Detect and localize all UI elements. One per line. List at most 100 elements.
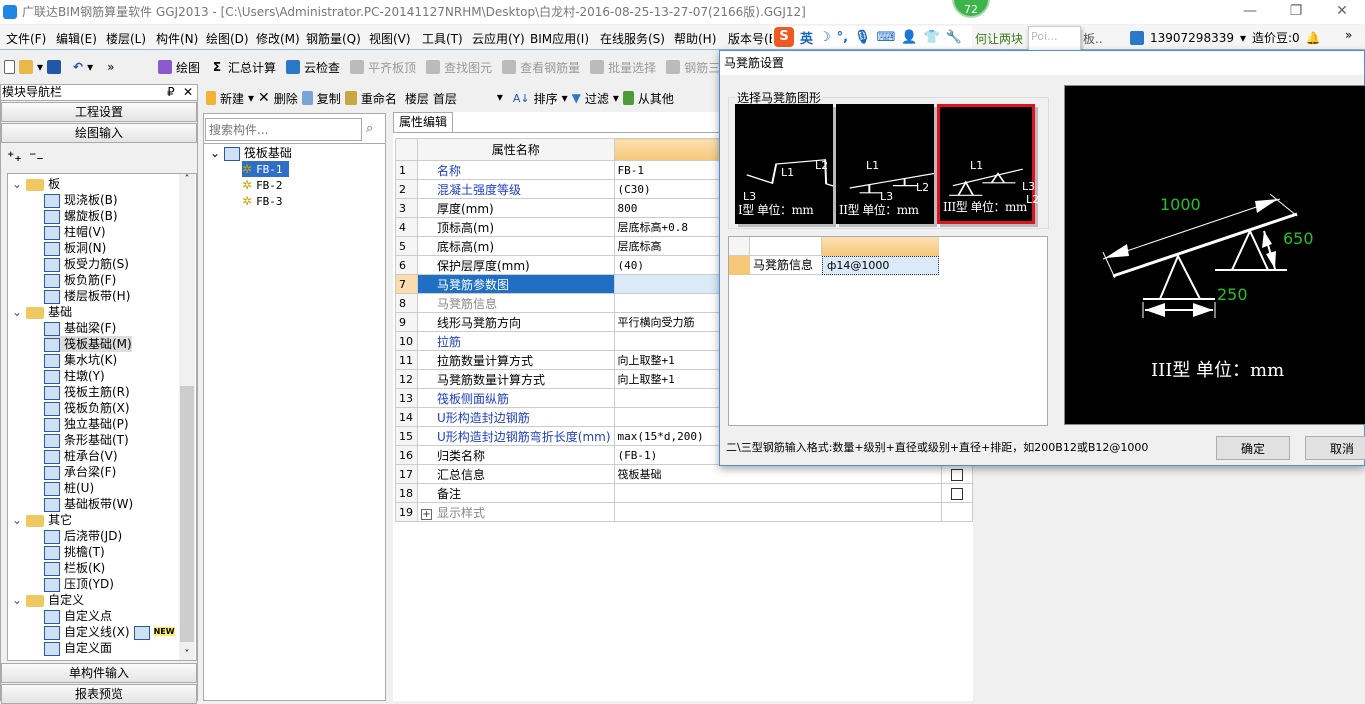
toolbar-button[interactable]: 钢筋三 bbox=[684, 59, 720, 76]
component-item[interactable]: ✲ FB-1 bbox=[242, 161, 289, 177]
tree-item[interactable]: 后浇带(JD) bbox=[44, 528, 122, 544]
chevron-down-icon[interactable]: ▾ bbox=[37, 60, 43, 74]
expand-all-icon[interactable]: ⁺₊ bbox=[7, 149, 22, 165]
tree-item[interactable]: 板负筋(F) bbox=[44, 272, 116, 288]
tab-property-edit[interactable]: 属性编辑 bbox=[393, 112, 453, 132]
shape-option-3[interactable]: L1 L2 L3 III型 单位：mm bbox=[937, 104, 1039, 224]
wrench-icon[interactable]: 🔧 bbox=[946, 30, 962, 45]
tree-item[interactable]: 独立基础(P) bbox=[44, 416, 129, 432]
toolbar-button[interactable]: 查找图元 bbox=[444, 59, 492, 76]
news-ticker[interactable]: 何让两块 bbox=[975, 30, 1023, 47]
component-item[interactable]: ✲ FB-2 bbox=[242, 177, 283, 193]
property-value[interactable] bbox=[613, 483, 943, 503]
grid-value-cell[interactable]: ф14@1000 bbox=[822, 256, 939, 275]
project-settings-button[interactable]: 工程设置 bbox=[1, 102, 197, 122]
menu-item[interactable]: 文件(F) bbox=[6, 30, 46, 47]
menu-item[interactable]: 楼层(L) bbox=[106, 30, 146, 47]
tree-group[interactable]: ⌄ 其它 bbox=[12, 512, 72, 528]
toolbar-button[interactable]: 查看钢筋量 bbox=[520, 59, 580, 76]
tree-item[interactable]: 集水坑(K) bbox=[44, 352, 117, 368]
user-phone[interactable]: 13907298339 bbox=[1150, 31, 1234, 45]
toolbar-button[interactable]: 绘图 bbox=[176, 59, 200, 76]
news-ticker-tail[interactable]: 板.. bbox=[1083, 30, 1103, 47]
filter-button[interactable]: 过滤 bbox=[585, 90, 609, 107]
tree-item[interactable]: 板受力筋(S) bbox=[44, 256, 129, 272]
tree-item[interactable]: 基础板带(W) bbox=[44, 496, 133, 512]
tree-group[interactable]: ⌄ 自定义 bbox=[12, 592, 84, 608]
tree-item[interactable]: 基础梁(F) bbox=[44, 320, 116, 336]
shape-option-2[interactable]: L1 L2 L3 II型 单位：mm bbox=[836, 104, 945, 224]
chevron-down-icon[interactable]: ⌄ bbox=[12, 177, 22, 191]
expand-icon[interactable]: + bbox=[420, 508, 432, 520]
chevron-down-icon[interactable]: ▾ bbox=[562, 91, 568, 105]
menu-item[interactable]: 钢筋量(Q) bbox=[306, 30, 361, 47]
tree-item[interactable]: 现浇板(B) bbox=[44, 192, 118, 208]
collapse-all-icon[interactable]: ⁻₋ bbox=[29, 149, 44, 165]
tree-item[interactable]: 栏板(K) bbox=[44, 560, 105, 576]
sort-button[interactable]: 排序 bbox=[534, 90, 558, 107]
tree-item[interactable]: 压顶(YD) bbox=[44, 576, 114, 592]
chevron-down-icon[interactable]: ▾ bbox=[613, 91, 619, 105]
close-button[interactable]: ✕ bbox=[1319, 0, 1365, 24]
ok-button[interactable]: 确定 bbox=[1216, 436, 1290, 460]
menu-item[interactable]: 编辑(E) bbox=[56, 30, 97, 47]
cancel-button[interactable]: 取消 bbox=[1305, 436, 1365, 460]
tree-item[interactable]: 柱帽(V) bbox=[44, 224, 106, 240]
new-button[interactable]: 新建 bbox=[220, 90, 244, 107]
tree-item[interactable]: 楼层板带(H) bbox=[44, 288, 130, 304]
sogou-logo-icon[interactable]: S bbox=[774, 27, 794, 47]
menu-item[interactable]: 修改(M) bbox=[256, 30, 300, 47]
menu-item[interactable]: 视图(V) bbox=[369, 30, 411, 47]
chevron-down-icon[interactable]: ▾ bbox=[87, 60, 93, 74]
menu-item[interactable]: BIM应用(I) bbox=[530, 30, 589, 47]
tree-item[interactable]: 筏板基础(M) bbox=[44, 336, 132, 352]
checkbox[interactable] bbox=[951, 487, 964, 500]
property-row[interactable]: 18 备注 bbox=[395, 483, 973, 503]
new-file-icon[interactable] bbox=[4, 60, 15, 74]
tree-item[interactable]: 条形基础(T) bbox=[44, 432, 129, 448]
floor-select[interactable]: 首层 ▾ bbox=[433, 90, 503, 107]
menu-item[interactable]: 在线服务(S) bbox=[600, 30, 665, 47]
report-preview-button[interactable]: 报表预览 bbox=[1, 684, 197, 704]
single-input-button[interactable]: 单构件输入 bbox=[1, 663, 197, 683]
toolbar-button[interactable]: 平齐板顶 bbox=[368, 59, 416, 76]
tree-item[interactable]: 桩(U) bbox=[44, 480, 94, 496]
property-value[interactable] bbox=[613, 502, 943, 522]
open-folder-icon[interactable] bbox=[19, 60, 33, 74]
close-icon[interactable]: ✕ bbox=[183, 85, 193, 100]
keyboard-icon[interactable]: ⌨ bbox=[877, 30, 896, 45]
save-icon[interactable] bbox=[47, 60, 62, 74]
mic-icon[interactable]: 🎙 bbox=[854, 30, 871, 45]
property-row[interactable]: 19 + 显示样式 bbox=[395, 502, 973, 522]
undo-icon[interactable]: ↶ bbox=[73, 60, 83, 74]
menu-item[interactable]: 工具(T) bbox=[422, 30, 463, 47]
delete-button[interactable]: 删除 bbox=[274, 90, 298, 107]
minimize-button[interactable]: — bbox=[1227, 0, 1273, 24]
chevron-down-icon[interactable]: ▾ bbox=[1240, 31, 1246, 45]
tree-item[interactable]: 柱墩(Y) bbox=[44, 368, 105, 384]
menu-item[interactable]: 绘图(D) bbox=[206, 30, 249, 47]
tree-item[interactable]: 自定义面 bbox=[44, 640, 112, 656]
ime-lang[interactable]: 英 bbox=[800, 28, 813, 47]
menu-item[interactable]: 云应用(Y) bbox=[472, 30, 525, 47]
moon-icon[interactable]: ☽ bbox=[819, 30, 831, 45]
menu-item[interactable]: 构件(N) bbox=[156, 30, 198, 47]
scroll-down-icon[interactable]: ˅ bbox=[179, 649, 195, 660]
chevron-down-icon[interactable]: ⌄ bbox=[12, 593, 22, 607]
tree-item[interactable]: 板洞(N) bbox=[44, 240, 106, 256]
ime-toolbar[interactable]: S 英 ☽ °, 🎙 ⌨ 👤 👕 🔧 bbox=[772, 26, 972, 48]
punct-icon[interactable]: °, bbox=[837, 30, 848, 45]
search-input[interactable] bbox=[205, 118, 362, 141]
search-icon[interactable]: ⌕ bbox=[366, 121, 373, 136]
tree-item[interactable]: 自定义线(X) NEW bbox=[44, 624, 175, 640]
chevron-down-icon[interactable]: ⌄ bbox=[12, 305, 22, 319]
scroll-up-icon[interactable]: ˄ bbox=[179, 174, 195, 185]
shape-option-1[interactable]: L1 L2 L3 I型 单位：mm bbox=[735, 104, 851, 224]
component-item[interactable]: ✲ FB-3 bbox=[242, 193, 283, 209]
pin-icon[interactable]: ₽ bbox=[167, 85, 175, 100]
more-button[interactable]: » bbox=[1345, 28, 1352, 42]
tree-item[interactable]: 挑檐(T) bbox=[44, 544, 105, 560]
overflow-icon[interactable]: » bbox=[107, 60, 114, 74]
toolbar-button[interactable]: 云检查 bbox=[304, 59, 340, 76]
bell-icon[interactable]: 🔔 bbox=[1306, 31, 1321, 45]
